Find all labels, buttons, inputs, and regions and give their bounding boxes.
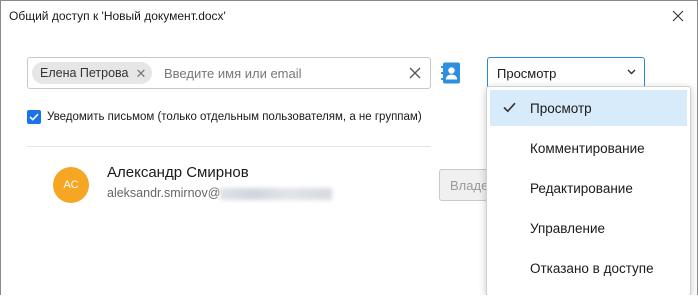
role-option-label: Управление: [530, 220, 606, 236]
email-redacted: [220, 188, 333, 200]
avatar-initials: АС: [63, 179, 79, 191]
checkmark-icon: [503, 102, 516, 113]
invite-input[interactable]: [164, 63, 394, 83]
user-email: aleksandr.smirnov@: [107, 186, 333, 200]
role-option-denied[interactable]: Отказано в доступе: [490, 250, 687, 286]
divider: [27, 146, 431, 147]
address-book-icon: [441, 62, 460, 84]
role-dropdown: Просмотр Комментирование Редактирование …: [486, 86, 691, 295]
clear-icon: [409, 67, 421, 79]
chip-remove-icon[interactable]: ✕: [136, 67, 147, 80]
share-dialog: Общий доступ к 'Новый документ.docx' Еле…: [0, 0, 698, 295]
recipient-chip: Елена Петрова ✕: [32, 62, 153, 84]
notify-checkbox[interactable]: [27, 110, 41, 124]
title-bar: Общий доступ к 'Новый документ.docx': [1, 1, 697, 33]
user-name: Александр Смирнов: [107, 164, 249, 181]
role-select[interactable]: Просмотр: [487, 57, 645, 89]
role-option-view[interactable]: Просмотр: [490, 90, 687, 126]
role-option-label: Просмотр: [530, 100, 592, 116]
address-book-button[interactable]: [441, 62, 461, 84]
checkmark-icon: [29, 113, 39, 121]
role-select-value: Просмотр: [497, 66, 557, 81]
close-button[interactable]: [665, 5, 691, 27]
recipient-chip-label: Елена Петрова: [40, 66, 129, 80]
role-option-label: Комментирование: [530, 140, 645, 156]
dialog-title: Общий доступ к 'Новый документ.docx': [9, 9, 226, 23]
role-option-manage[interactable]: Управление: [490, 210, 687, 246]
avatar: АС: [53, 167, 89, 203]
role-option-label: Редактирование: [530, 180, 633, 196]
chevron-down-icon: [627, 69, 636, 75]
role-option-label: Отказано в доступе: [530, 260, 654, 276]
notify-option: Уведомить письмом (только отдельным поль…: [27, 109, 422, 125]
user-email-text: aleksandr.smirnov@: [107, 186, 221, 200]
clear-input-button[interactable]: [408, 66, 422, 80]
role-option-edit[interactable]: Редактирование: [490, 170, 687, 206]
role-option-comment[interactable]: Комментирование: [490, 130, 687, 166]
notify-label: Уведомить письмом (только отдельным поль…: [47, 111, 422, 123]
close-icon: [672, 10, 684, 22]
invite-field[interactable]: Елена Петрова ✕: [27, 57, 431, 89]
